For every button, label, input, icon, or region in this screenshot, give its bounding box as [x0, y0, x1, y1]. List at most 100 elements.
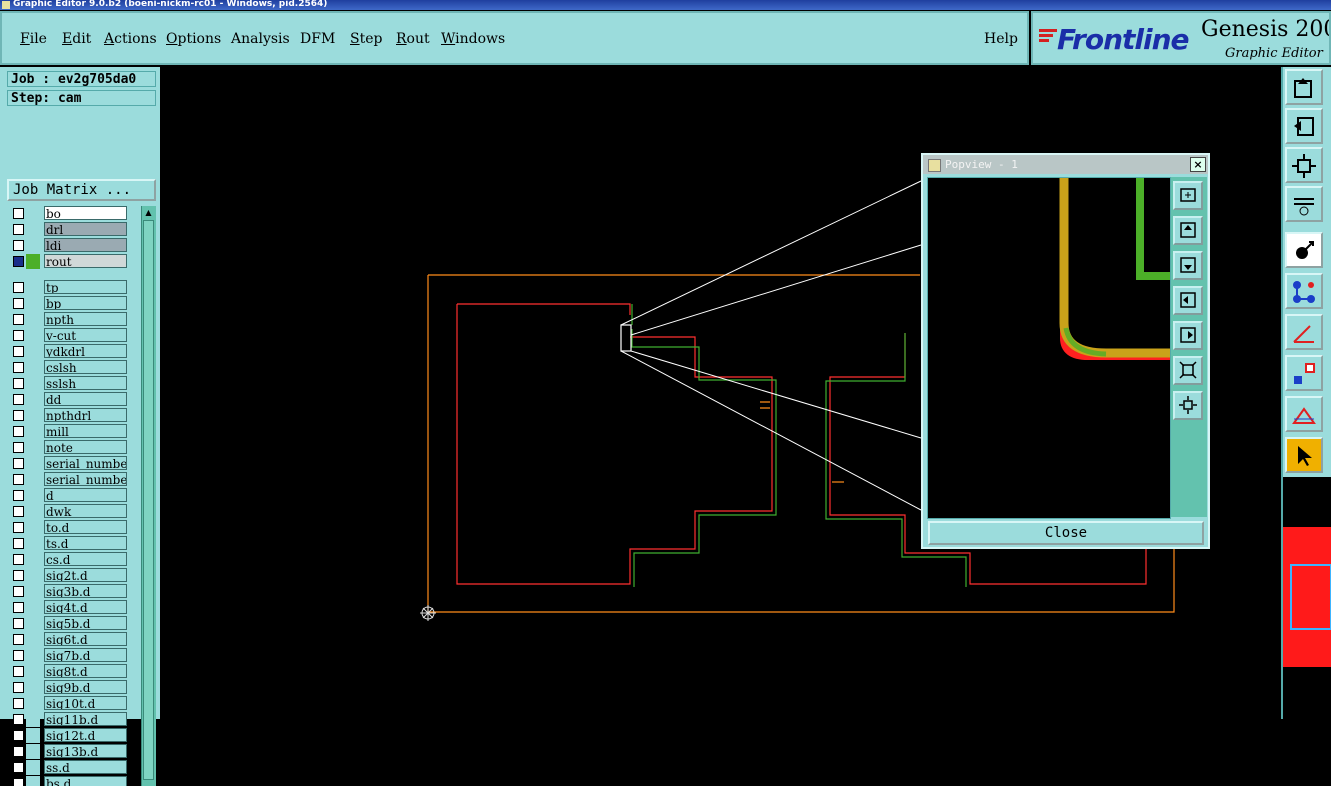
menu-step[interactable]: Step — [350, 31, 382, 47]
layer-checkbox[interactable] — [13, 618, 24, 629]
popview-pan-down-button[interactable] — [1173, 251, 1203, 280]
menu-dfm[interactable]: DFM — [300, 31, 335, 47]
layer-row[interactable]: serial_number — [9, 456, 130, 471]
layer-checkbox[interactable] — [13, 282, 24, 293]
menu-windows[interactable]: Windows — [441, 31, 505, 47]
layer-name[interactable]: bp — [44, 296, 127, 310]
layer-color-cell[interactable] — [26, 238, 40, 253]
layer-color-cell[interactable] — [26, 680, 40, 695]
popview-canvas[interactable] — [927, 177, 1171, 519]
layer-checkbox[interactable] — [13, 506, 24, 517]
layer-row[interactable]: sig10t.d — [9, 696, 130, 711]
layer-name[interactable]: rout — [44, 254, 127, 268]
layer-row[interactable]: sig6t.d — [9, 632, 130, 647]
layer-name[interactable]: drl — [44, 222, 127, 236]
layer-name[interactable]: cs.d — [44, 552, 127, 566]
layer-color-cell[interactable] — [26, 440, 40, 455]
layer-name[interactable]: tp — [44, 280, 127, 294]
layer-color-cell[interactable] — [26, 648, 40, 663]
layer-checkbox[interactable] — [13, 442, 24, 453]
layer-color-cell[interactable] — [26, 664, 40, 679]
popview-close-button[interactable]: Close — [928, 521, 1204, 545]
layer-name[interactable]: npthdrl — [44, 408, 127, 422]
layer-name[interactable]: note — [44, 440, 127, 454]
layer-name[interactable]: to.d — [44, 520, 127, 534]
layer-row[interactable]: drl — [9, 222, 130, 237]
layer-row[interactable]: sig11b.d — [9, 712, 130, 727]
layer-checkbox[interactable] — [13, 346, 24, 357]
layer-color-cell[interactable] — [26, 206, 40, 221]
menu-rout[interactable]: Rout — [396, 31, 430, 47]
layer-color-cell[interactable] — [26, 376, 40, 391]
layer-color-cell[interactable] — [26, 520, 40, 535]
layer-name[interactable]: sslsh — [44, 376, 127, 390]
layer-color-cell[interactable] — [26, 568, 40, 583]
layer-name[interactable]: sig11b.d — [44, 712, 127, 726]
layer-checkbox[interactable] — [13, 714, 24, 725]
layer-color-cell[interactable] — [26, 552, 40, 567]
layer-checkbox[interactable] — [13, 208, 24, 219]
tool-settings-button[interactable] — [1285, 186, 1323, 222]
layer-name[interactable]: dd — [44, 392, 127, 406]
layer-row[interactable]: ldi — [9, 238, 130, 253]
layer-color-cell[interactable] — [26, 328, 40, 343]
layer-name[interactable]: sig4t.d — [44, 600, 127, 614]
layer-color-cell[interactable] — [26, 728, 40, 743]
layer-name[interactable]: v-cut — [44, 328, 127, 342]
layer-row[interactable]: ydkdrl — [9, 344, 130, 359]
layer-checkbox[interactable] — [13, 538, 24, 549]
layer-color-cell[interactable] — [26, 712, 40, 727]
layer-name[interactable]: ydkdrl — [44, 344, 127, 358]
layer-color-cell[interactable] — [26, 408, 40, 423]
layer-row[interactable]: sig4t.d — [9, 600, 130, 615]
popview-close-icon[interactable]: × — [1190, 157, 1206, 172]
layer-color-cell[interactable] — [26, 360, 40, 375]
layer-color-cell[interactable] — [26, 222, 40, 237]
popview-pan-right-button[interactable] — [1173, 321, 1203, 350]
layer-checkbox[interactable] — [13, 778, 24, 786]
layer-checkbox[interactable] — [13, 394, 24, 405]
layer-row[interactable]: sig9b.d — [9, 680, 130, 695]
layer-name[interactable]: bo — [44, 206, 127, 220]
layer-color-cell[interactable] — [26, 456, 40, 471]
layer-row[interactable]: ts.d — [9, 536, 130, 551]
layer-checkbox[interactable] — [13, 730, 24, 741]
layer-checkbox[interactable] — [13, 634, 24, 645]
layer-name[interactable]: bs.d — [44, 776, 127, 786]
measure-pad-button[interactable] — [1285, 355, 1323, 391]
layer-checkbox[interactable] — [13, 570, 24, 581]
layer-checkbox[interactable] — [13, 666, 24, 677]
popview-zoom-home-button[interactable] — [1173, 181, 1203, 210]
layer-checkbox[interactable] — [13, 682, 24, 693]
layer-row[interactable]: cs.d — [9, 552, 130, 567]
layer-name[interactable]: ss.d — [44, 760, 127, 774]
layer-row[interactable]: d — [9, 488, 130, 503]
layer-color-cell[interactable] — [26, 280, 40, 295]
layer-row[interactable]: serial_number — [9, 472, 130, 487]
layer-row[interactable]: mill — [9, 424, 130, 439]
layer-row[interactable]: dd — [9, 392, 130, 407]
layer-checkbox[interactable] — [13, 698, 24, 709]
layer-row[interactable]: sig5b.d — [9, 616, 130, 631]
layer-name[interactable]: ts.d — [44, 536, 127, 550]
popview-zoom-expand-button[interactable] — [1173, 391, 1203, 420]
layer-row[interactable]: sslsh — [9, 376, 130, 391]
layer-row[interactable]: rout — [9, 254, 130, 269]
layer-name[interactable]: sig12t.d — [44, 728, 127, 742]
layer-checkbox[interactable] — [13, 490, 24, 501]
layer-row[interactable]: npthdrl — [9, 408, 130, 423]
layer-color-cell[interactable] — [26, 632, 40, 647]
layer-row[interactable]: dwk — [9, 504, 130, 519]
job-matrix-button[interactable]: Job Matrix ... — [7, 179, 156, 201]
layer-color-cell[interactable] — [26, 696, 40, 711]
angle-measure-button[interactable] — [1285, 314, 1323, 350]
layer-name[interactable]: sig6t.d — [44, 632, 127, 646]
popview-pan-left-button[interactable] — [1173, 286, 1203, 315]
layer-color-cell[interactable] — [26, 312, 40, 327]
layer-color-cell[interactable] — [26, 424, 40, 439]
layer-checkbox[interactable] — [13, 426, 24, 437]
layer-row[interactable]: bo — [9, 206, 130, 221]
layer-color-cell[interactable] — [26, 744, 40, 759]
layer-checkbox[interactable] — [13, 554, 24, 565]
layer-checkbox[interactable] — [13, 650, 24, 661]
